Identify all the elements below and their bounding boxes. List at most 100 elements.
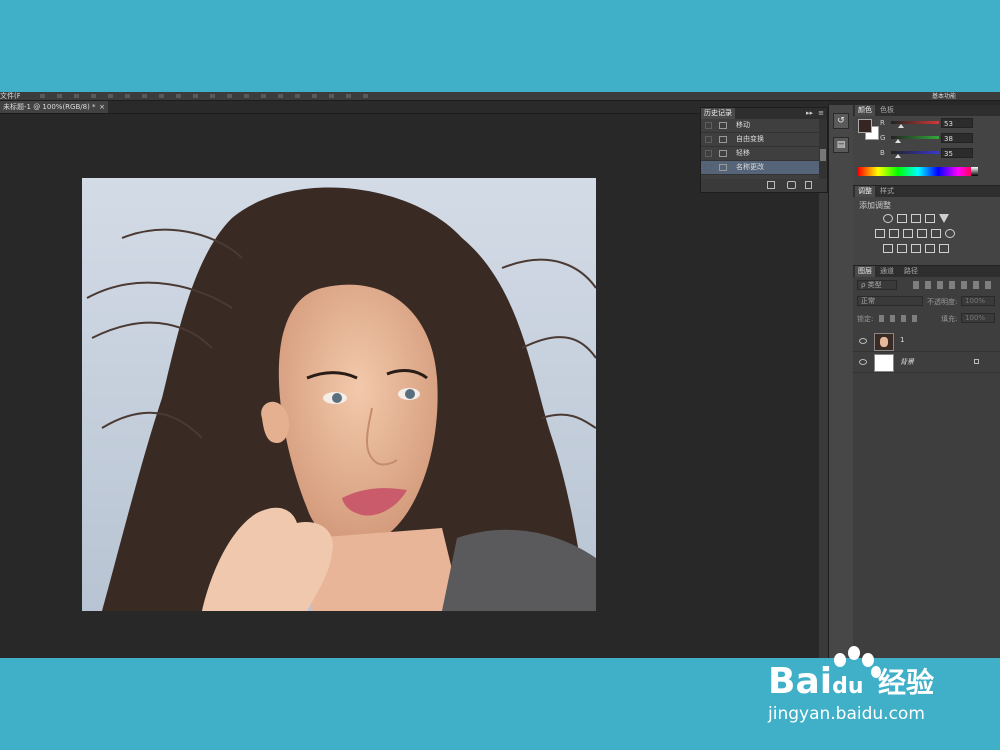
- brightness-contrast-icon[interactable]: [883, 214, 893, 223]
- history-state-icon: [719, 136, 727, 143]
- channel-label: B: [880, 149, 885, 157]
- history-state-label: 移动: [736, 121, 750, 129]
- watermark-url: jingyan.baidu.com: [768, 704, 925, 724]
- selective-color-icon[interactable]: [925, 244, 935, 253]
- baidu-jingyan-watermark: Baidu 经验 jingyan.baidu.com: [766, 640, 966, 730]
- color-panel: 颜色 色板 R 53 G 38 B 35: [853, 105, 1000, 186]
- panel-menu-icon[interactable]: ≡: [818, 109, 824, 117]
- color-channels: R 53 G 38 B 35: [853, 116, 1000, 164]
- history-dock-icon[interactable]: ↺: [833, 113, 849, 129]
- baidu-wordmark: Baidu: [768, 661, 864, 702]
- eye-icon[interactable]: [859, 359, 867, 365]
- tab-paths[interactable]: 路径: [901, 266, 921, 277]
- history-scroll-thumb[interactable]: [820, 149, 826, 161]
- tab-history[interactable]: 历史记录: [701, 108, 735, 119]
- blend-mode-select[interactable]: 正常: [857, 296, 923, 306]
- layer-row[interactable]: 背景: [853, 352, 1000, 373]
- history-state-row[interactable]: 自由变换: [701, 133, 819, 147]
- layer-thumbnail: [874, 333, 894, 351]
- layer-thumbnail: [874, 354, 894, 372]
- channel-label: G: [880, 134, 886, 142]
- lock-label: 锁定:: [857, 315, 874, 323]
- photo-filter-icon[interactable]: [917, 229, 927, 238]
- layers-panel: 图层 通道 路径 ρ 类型 正常 不透明度: 100% 锁定: 填充: 100%…: [853, 266, 1000, 658]
- history-brush-source-checkbox[interactable]: [705, 164, 712, 171]
- tab-styles[interactable]: 样式: [877, 186, 897, 197]
- layer-name: 1: [900, 336, 905, 344]
- close-tab-icon[interactable]: ×: [99, 101, 105, 113]
- gradient-map-icon[interactable]: [939, 244, 949, 253]
- tab-adjustments[interactable]: 调整: [855, 186, 875, 197]
- history-state-icon: [719, 164, 727, 171]
- history-panel-header: 历史记录 ▸▸ ≡: [701, 108, 827, 119]
- posterize-icon[interactable]: [897, 244, 907, 253]
- layer-kind-filter[interactable]: ρ 类型: [857, 280, 897, 290]
- channel-mixer-icon[interactable]: [931, 229, 941, 238]
- lock-icon: [974, 359, 979, 364]
- camera-snapshot-icon[interactable]: [787, 181, 796, 189]
- adjustments-panel: 调整 样式 添加调整: [853, 186, 1000, 266]
- history-list: 移动自由变换轻移名称更改: [701, 119, 819, 179]
- color-balance-icon[interactable]: [889, 229, 899, 238]
- black-white-icon[interactable]: [903, 229, 913, 238]
- levels-icon[interactable]: [897, 214, 907, 223]
- history-scrollbar[interactable]: [819, 119, 827, 179]
- workspace-switcher[interactable]: 基本功能: [932, 92, 974, 100]
- slider-thumb[interactable]: [898, 124, 905, 128]
- history-state-label: 轻移: [736, 149, 750, 157]
- top-frame-band: [0, 0, 1000, 92]
- channel-value-field[interactable]: 35: [941, 148, 973, 158]
- threshold-icon[interactable]: [911, 244, 921, 253]
- black-white-ramp[interactable]: [971, 167, 978, 176]
- history-footer: [701, 179, 827, 192]
- history-state-row[interactable]: 轻移: [701, 147, 819, 161]
- invert-icon[interactable]: [883, 244, 893, 253]
- fill-field[interactable]: 100%: [961, 313, 995, 323]
- layer-filter-icons[interactable]: [913, 281, 991, 289]
- exposure-icon[interactable]: [925, 214, 935, 223]
- document-tab-title: 未标题-1 @ 100%(RGB/8) *: [3, 103, 96, 111]
- document-canvas[interactable]: [82, 178, 596, 611]
- color-lookup-icon[interactable]: [945, 229, 955, 238]
- slider-thumb[interactable]: [894, 154, 901, 158]
- eye-icon[interactable]: [859, 338, 867, 344]
- layer-row[interactable]: 1: [853, 331, 1000, 352]
- panel-dock: ↺ ▤: [828, 105, 853, 658]
- channel-value-field[interactable]: 53: [941, 118, 973, 128]
- history-brush-source-checkbox[interactable]: [705, 136, 712, 143]
- history-brush-source-checkbox[interactable]: [705, 150, 712, 157]
- menu-fragment[interactable]: 文件(F): [0, 92, 20, 100]
- channel-value-field[interactable]: 38: [941, 133, 973, 143]
- tab-swatches[interactable]: 色板: [877, 105, 897, 116]
- options-bar: 文件(F) 基本功能: [0, 92, 1000, 101]
- document-tab[interactable]: 未标题-1 @ 100%(RGB/8) * ×: [0, 101, 108, 113]
- opacity-label: 不透明度:: [927, 298, 958, 306]
- trash-icon[interactable]: [805, 181, 812, 189]
- lock-icons[interactable]: [879, 315, 923, 322]
- curves-icon[interactable]: [911, 214, 921, 223]
- right-panel-column: 颜色 色板 R 53 G 38 B 35 调整 样式 添加调整 图层 通道 路径…: [853, 105, 1000, 658]
- new-document-from-state-icon[interactable]: [767, 181, 775, 189]
- tab-layers[interactable]: 图层: [855, 266, 875, 277]
- history-state-row[interactable]: 移动: [701, 119, 819, 133]
- options-bar-icons[interactable]: [40, 94, 380, 98]
- tab-color[interactable]: 颜色: [855, 105, 875, 116]
- color-spectrum[interactable]: [858, 167, 978, 176]
- opacity-field[interactable]: 100%: [961, 296, 995, 306]
- layers-panel-header: 图层 通道 路径: [853, 266, 1000, 277]
- history-brush-source-checkbox[interactable]: [705, 122, 712, 129]
- color-panel-header: 颜色 色板: [853, 105, 1000, 116]
- fill-label: 填充:: [941, 315, 958, 323]
- canvas-scrollbar[interactable]: [819, 114, 828, 658]
- hue-saturation-icon[interactable]: [875, 229, 885, 238]
- portrait-photo: [82, 178, 596, 611]
- slider-thumb[interactable]: [895, 139, 902, 143]
- panel-collapse-icon[interactable]: ▸▸: [806, 109, 813, 117]
- history-state-row[interactable]: 名称更改: [701, 161, 819, 175]
- history-state-label: 自由变换: [736, 135, 764, 143]
- vibrance-icon[interactable]: [939, 214, 949, 223]
- layer-name: 背景: [900, 358, 914, 366]
- properties-dock-icon[interactable]: ▤: [833, 137, 849, 153]
- photoshop-window: 文件(F) 基本功能 未标题-1 @ 100%(RGB/8) *×: [0, 92, 1000, 658]
- tab-channels[interactable]: 通道: [877, 266, 897, 277]
